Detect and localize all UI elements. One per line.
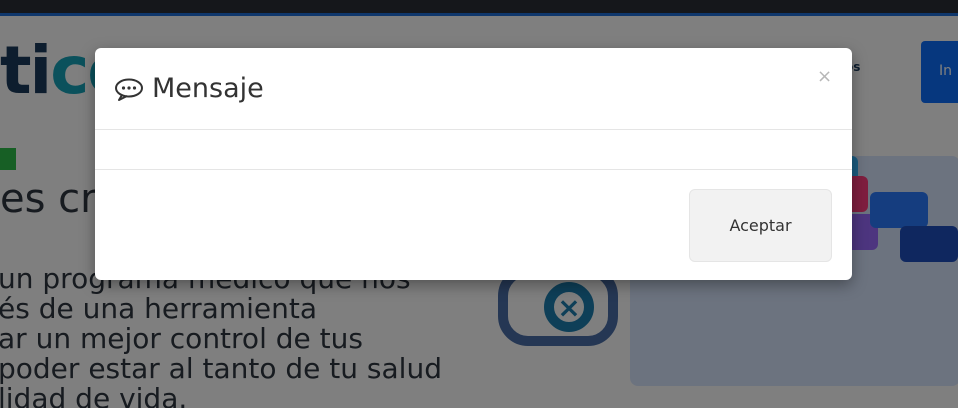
accept-button[interactable]: Aceptar: [689, 189, 832, 262]
message-modal: Mensaje × Aceptar: [95, 48, 852, 280]
speech-bubble-icon: [115, 78, 143, 101]
modal-title: Mensaje: [152, 73, 264, 104]
modal-footer: Aceptar: [95, 170, 852, 280]
close-icon[interactable]: ×: [817, 68, 832, 86]
modal-header: Mensaje ×: [95, 48, 852, 130]
modal-body: [95, 130, 852, 170]
